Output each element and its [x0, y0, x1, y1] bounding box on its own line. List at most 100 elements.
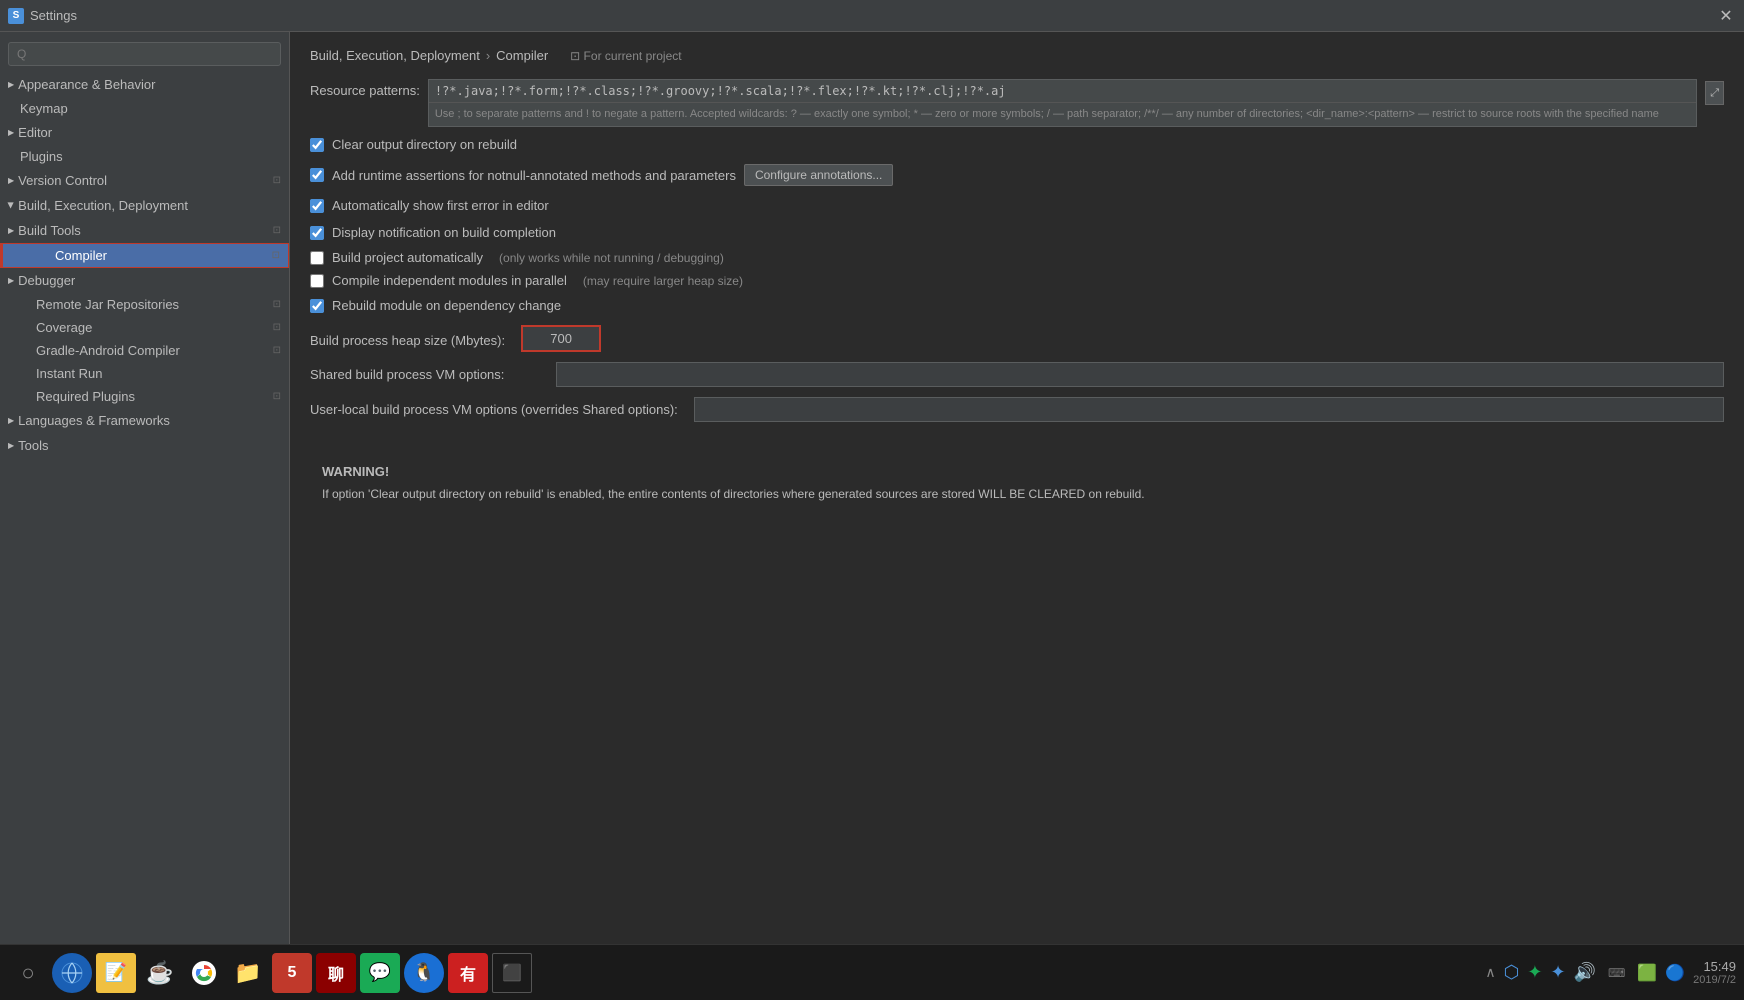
- expand-arrow-appearance: ▶: [8, 80, 14, 89]
- sidebar-item-appearance[interactable]: ▶ Appearance & Behavior: [0, 72, 289, 97]
- compile-parallel-checkbox[interactable]: [310, 274, 324, 288]
- taskbar-battery-icon: ⌨: [1604, 966, 1629, 980]
- sidebar-label-vc: Version Control: [18, 173, 107, 188]
- main-container: ▶ Appearance & Behavior Keymap ▶ Editor …: [0, 32, 1744, 944]
- content-area: Build, Execution, Deployment › Compiler …: [290, 32, 1744, 944]
- add-runtime-label: Add runtime assertions for notnull-annot…: [332, 168, 736, 183]
- auto-show-error-checkbox[interactable]: [310, 199, 324, 213]
- taskbar-icon-folder[interactable]: 📁: [228, 953, 268, 993]
- shared-vm-input[interactable]: [556, 362, 1724, 387]
- sidebar-item-editor[interactable]: ▶ Editor: [0, 120, 289, 145]
- sidebar-item-version-control[interactable]: ▶ Version Control ⊡: [0, 168, 289, 193]
- build-auto-note: (only works while not running / debuggin…: [499, 251, 724, 265]
- sidebar-item-gradle-android[interactable]: Gradle-Android Compiler ⊡: [0, 339, 289, 362]
- sidebar-label-keymap: Keymap: [20, 101, 68, 116]
- taskbar-icon-sticky[interactable]: 📝: [96, 953, 136, 993]
- expand-arrow-debugger: ▶: [8, 276, 14, 285]
- expand-arrow-vc: ▶: [8, 176, 14, 185]
- taskbar-star-icon: ✦: [1550, 962, 1565, 983]
- taskbar-icon-qq[interactable]: 🐧: [404, 953, 444, 993]
- taskbar-icon-chrome[interactable]: [184, 953, 224, 993]
- warning-title: WARNING!: [322, 464, 1712, 479]
- display-notification-label: Display notification on build completion: [332, 225, 556, 240]
- taskbar-icon-wechat[interactable]: 💬: [360, 953, 400, 993]
- title-bar: S Settings ✕: [0, 0, 1744, 32]
- window-title: Settings: [30, 8, 77, 23]
- sidebar-label-instant-run: Instant Run: [36, 366, 103, 381]
- compile-parallel-label: Compile independent modules in parallel: [332, 273, 567, 288]
- taskbar-green-icon2: 🔵: [1665, 963, 1685, 983]
- clock-date: 2019/7/2: [1693, 974, 1736, 986]
- clear-output-checkbox[interactable]: [310, 138, 324, 152]
- taskbar-chevron-up: ∧: [1485, 964, 1495, 981]
- title-bar-left: S Settings: [8, 8, 77, 24]
- copy-icon-remote-jar: ⊡: [273, 299, 281, 310]
- taskbar-icon-app5[interactable]: 5: [272, 953, 312, 993]
- user-vm-row: User-local build process VM options (ove…: [310, 397, 1724, 422]
- rebuild-module-checkbox[interactable]: [310, 299, 324, 313]
- resource-input-container: Use ; to separate patterns and ! to nega…: [428, 79, 1697, 127]
- user-vm-input[interactable]: [694, 397, 1724, 422]
- breadcrumb-parent: Build, Execution, Deployment: [310, 48, 480, 63]
- sidebar-item-tools[interactable]: ▶ Tools: [0, 433, 289, 458]
- taskbar-antivirus-icon: ✦: [1527, 962, 1542, 983]
- taskbar-icon-circle[interactable]: ○: [8, 953, 48, 993]
- taskbar-icon-app6[interactable]: 聊: [316, 953, 356, 993]
- clear-output-label: Clear output directory on rebuild: [332, 137, 517, 152]
- close-button[interactable]: ✕: [1716, 6, 1736, 26]
- breadcrumb-project: ⊡ For current project: [570, 49, 681, 63]
- expand-arrow-build-tools: ▶: [8, 226, 14, 235]
- sidebar-item-instant-run[interactable]: Instant Run: [0, 362, 289, 385]
- sidebar-item-compiler[interactable]: Compiler ⊡: [0, 243, 289, 268]
- taskbar-volume-icon: 🔊: [1574, 962, 1596, 983]
- search-input[interactable]: [8, 42, 281, 66]
- build-auto-label: Build project automatically: [332, 250, 483, 265]
- configure-annotations-button[interactable]: Configure annotations...: [744, 164, 893, 186]
- warning-section: WARNING! If option 'Clear output directo…: [310, 452, 1724, 515]
- expand-arrow-build: ▶: [7, 202, 16, 208]
- sidebar-item-build-tools[interactable]: ▶ Build Tools ⊡: [0, 218, 289, 243]
- taskbar-icon-ide[interactable]: ⬛: [492, 953, 532, 993]
- sidebar-item-coverage[interactable]: Coverage ⊡: [0, 316, 289, 339]
- sidebar-label-gradle-android: Gradle-Android Compiler: [36, 343, 180, 358]
- build-auto-row: Build project automatically (only works …: [310, 250, 1724, 265]
- sidebar-item-build-exec[interactable]: ▶ Build, Execution, Deployment: [0, 193, 289, 218]
- clock-time: 15:49: [1693, 959, 1736, 974]
- breadcrumb-current: Compiler: [496, 48, 548, 63]
- heap-size-input[interactable]: [521, 325, 601, 352]
- expand-resource-button[interactable]: ⤢: [1705, 81, 1724, 105]
- sidebar-label-debugger: Debugger: [18, 273, 75, 288]
- sidebar-item-debugger[interactable]: ▶ Debugger: [0, 268, 289, 293]
- sidebar-item-remote-jar[interactable]: Remote Jar Repositories ⊡: [0, 293, 289, 316]
- resource-hint: Use ; to separate patterns and ! to nega…: [429, 102, 1696, 126]
- app-icon: S: [8, 8, 24, 24]
- build-auto-checkbox[interactable]: [310, 251, 324, 265]
- sidebar-label-coverage: Coverage: [36, 320, 92, 335]
- sidebar-label-build-exec: Build, Execution, Deployment: [18, 198, 188, 213]
- sidebar-label-build-tools: Build Tools: [18, 223, 81, 238]
- taskbar-icon-browser[interactable]: [52, 953, 92, 993]
- heap-size-row: Build process heap size (Mbytes):: [310, 325, 1724, 352]
- copy-icon-compiler: ⊡: [272, 250, 280, 261]
- sidebar-item-plugins[interactable]: Plugins: [0, 145, 289, 168]
- expand-arrow-tools: ▶: [8, 441, 14, 450]
- expand-arrow-editor: ▶: [8, 128, 14, 137]
- compile-parallel-note: (may require larger heap size): [583, 274, 743, 288]
- taskbar-green-icon: 🟩: [1637, 963, 1657, 983]
- sidebar-label-editor: Editor: [18, 125, 52, 140]
- copy-icon-coverage: ⊡: [273, 322, 281, 333]
- resource-patterns-row: Resource patterns: Use ; to separate pat…: [310, 79, 1724, 127]
- sidebar-label-tools: Tools: [18, 438, 48, 453]
- taskbar-icon-java[interactable]: ☕: [140, 953, 180, 993]
- resource-patterns-input[interactable]: [429, 80, 1696, 102]
- breadcrumb: Build, Execution, Deployment › Compiler …: [310, 48, 1724, 63]
- sidebar-item-keymap[interactable]: Keymap: [0, 97, 289, 120]
- display-notification-checkbox[interactable]: [310, 226, 324, 240]
- sidebar-item-languages[interactable]: ▶ Languages & Frameworks: [0, 408, 289, 433]
- sidebar-label-plugins: Plugins: [20, 149, 63, 164]
- add-runtime-checkbox[interactable]: [310, 168, 324, 182]
- sidebar-item-required-plugins[interactable]: Required Plugins ⊡: [0, 385, 289, 408]
- display-notification-row: Display notification on build completion: [310, 223, 1724, 242]
- taskbar-icon-app8[interactable]: 有: [448, 953, 488, 993]
- add-runtime-row: Add runtime assertions for notnull-annot…: [310, 162, 1724, 188]
